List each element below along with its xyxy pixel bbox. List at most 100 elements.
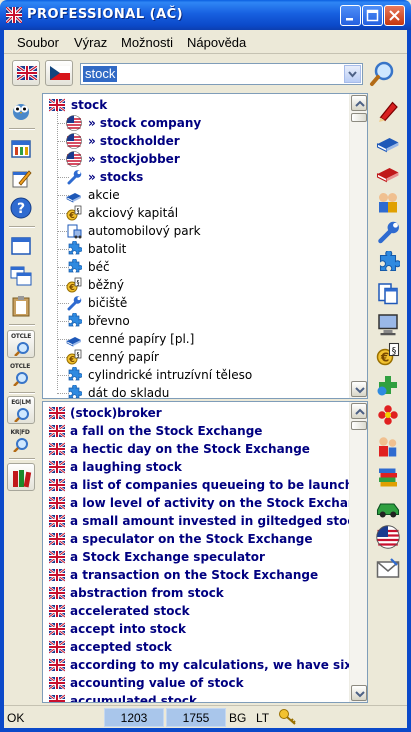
tree-item-label: břevno [88, 314, 130, 328]
menu-napoveda[interactable]: Nápověda [187, 35, 246, 50]
scroll-up-button[interactable] [351, 95, 367, 111]
menu-vyraz[interactable]: Výraz [74, 35, 107, 50]
window-button[interactable] [7, 232, 35, 260]
phrase-item[interactable]: a fall on the Stock Exchange [43, 422, 349, 440]
flag-uk-icon [49, 676, 65, 690]
otcle-search-button[interactable]: OTCLE [7, 330, 35, 358]
phrase-item[interactable]: (stock)broker [43, 404, 349, 422]
phrase-item[interactable]: accumulated stock [43, 692, 349, 702]
tree-item-label: běžný [88, 278, 125, 292]
mail-category-button[interactable] [374, 554, 402, 582]
tree-item[interactable]: stock [43, 96, 349, 114]
phrase-item[interactable]: accepted stock [43, 638, 349, 656]
flower-category-button[interactable] [374, 401, 402, 429]
library-button[interactable] [7, 134, 35, 162]
phrase-item[interactable]: according to my calculations, we have si… [43, 656, 349, 674]
medicine-category-button[interactable] [374, 371, 402, 399]
translations-scrollbar[interactable] [349, 94, 367, 398]
scroll-down-button[interactable] [351, 685, 367, 701]
help-button[interactable]: ? [7, 194, 35, 222]
krfd-search-button[interactable]: KR|FD [7, 427, 35, 455]
search-button[interactable] [369, 60, 397, 88]
flag-us-category-button[interactable] [374, 523, 402, 551]
tree-item[interactable]: » stocks [43, 168, 349, 186]
flag-uk-icon [49, 604, 65, 618]
minimize-button[interactable] [340, 5, 361, 26]
tree-item[interactable]: automobilový park [43, 222, 349, 240]
tree-item[interactable]: akcie [43, 186, 349, 204]
family-category-button[interactable] [374, 432, 402, 460]
wrench-category-button[interactable] [374, 218, 402, 246]
toolbar-separator [9, 128, 35, 130]
search-input[interactable]: stock [83, 66, 118, 82]
phrase-item[interactable]: accept into stock [43, 620, 349, 638]
phrases-scrollbar[interactable] [349, 402, 367, 702]
target-language-button[interactable] [45, 60, 73, 86]
owl-button[interactable] [7, 96, 35, 124]
search-combobox[interactable]: stock [80, 63, 363, 85]
source-language-button[interactable] [12, 60, 40, 86]
phrase-item[interactable]: accelerated stock [43, 602, 349, 620]
tree-item[interactable]: cylindrické intruzívní těleso [43, 366, 349, 384]
tree-item[interactable]: batolit [43, 240, 349, 258]
phrases-list-panel[interactable]: (stock)broker a fall on the Stock Exchang… [42, 401, 368, 703]
scroll-thumb[interactable] [351, 421, 367, 430]
phrase-item[interactable]: accounting value of stock [43, 674, 349, 692]
phrase-item[interactable]: a list of companies queueing to be launc… [43, 476, 349, 494]
otcle-search-small-button[interactable]: OTCLE [7, 361, 35, 389]
phrase-item[interactable]: a low level of activity on the Stock Exc… [43, 494, 349, 512]
phrase-item[interactable]: a hectic day on the Stock Exchange [43, 440, 349, 458]
tree-item-label: béč [88, 260, 110, 274]
car-category-button[interactable] [374, 493, 402, 521]
library-icon [11, 140, 31, 158]
menu-bar: Soubor Výraz Možnosti Nápověda [4, 30, 407, 54]
tree-item[interactable]: € § běžný [43, 276, 349, 294]
book-red-category-button[interactable] [374, 157, 402, 185]
people-category-button[interactable] [374, 188, 402, 216]
tree-item[interactable]: břevno [43, 312, 349, 330]
cascade-windows-button[interactable] [7, 262, 35, 290]
pencil-category-button[interactable] [374, 96, 402, 124]
tree-item[interactable]: » stockholder [43, 132, 349, 150]
search-dropdown-button[interactable] [344, 65, 361, 83]
key-icon[interactable] [278, 708, 298, 726]
book-blue-category-button[interactable] [374, 127, 402, 155]
tree-item[interactable]: cenné papíry [pl.] [43, 330, 349, 348]
tree-item[interactable]: € § cenný papír [43, 348, 349, 366]
books-button[interactable] [7, 463, 35, 491]
phrase-item[interactable]: a transaction on the Stock Exchange [43, 566, 349, 584]
documents-category-button[interactable] [374, 279, 402, 307]
tree-item[interactable]: » stock company [43, 114, 349, 132]
menu-moznosti[interactable]: Možnosti [121, 35, 173, 50]
wrench-icon [378, 221, 399, 244]
book-stack-category-button[interactable] [374, 462, 402, 490]
phrase-item[interactable]: abstraction from stock [43, 584, 349, 602]
tree-item[interactable]: € § akciový kapitál [43, 204, 349, 222]
clipboard-button[interactable] [7, 292, 35, 320]
translations-tree[interactable]: stock » stock company » stockholder » stock… [42, 93, 368, 399]
tree-item[interactable]: dát do skladu [43, 384, 349, 398]
tree-item[interactable]: » stockjobber [43, 150, 349, 168]
economy-category-button[interactable]: € § [374, 340, 402, 368]
tree-item-label: akciový kapitál [88, 206, 179, 220]
scroll-down-button[interactable] [351, 381, 367, 397]
puzzle-category-button[interactable] [374, 249, 402, 277]
scroll-thumb[interactable] [351, 113, 367, 122]
translations-list: stock » stock company » stockholder » stock… [43, 96, 349, 398]
scroll-up-button[interactable] [351, 403, 367, 419]
close-button[interactable] [384, 5, 405, 26]
phrase-item[interactable]: a Stock Exchange speculator [43, 548, 349, 566]
phrase-item[interactable]: a speculator on the Stock Exchange [43, 530, 349, 548]
status-lang-1: BG [229, 711, 247, 725]
toolbar-separator [9, 226, 35, 228]
menu-soubor[interactable]: Soubor [17, 35, 59, 50]
tree-item[interactable]: béč [43, 258, 349, 276]
computer-category-button[interactable] [374, 310, 402, 338]
phrase-item[interactable]: a small amount invested in giltedged sto… [43, 512, 349, 530]
eglm-search-button[interactable]: EG|LM [7, 396, 35, 424]
tree-item[interactable]: bičiště [43, 294, 349, 312]
maximize-button[interactable] [362, 5, 383, 26]
title-bar[interactable]: PROFESSIONAL (AČ) [0, 0, 411, 30]
phrase-item[interactable]: a laughing stock [43, 458, 349, 476]
edit-note-button[interactable] [7, 164, 35, 192]
